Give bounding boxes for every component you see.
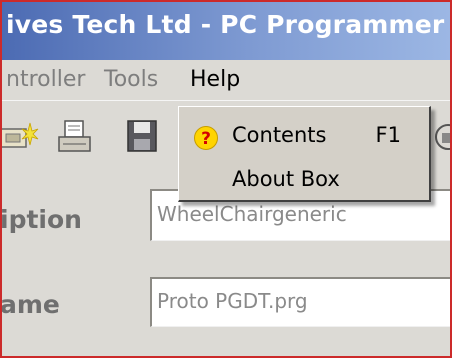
print-icon[interactable]	[56, 117, 94, 161]
window-title: ives Tech Ltd - PC Programmer	[6, 10, 445, 39]
menu-bar: ntroller Tools Help	[2, 60, 450, 100]
about-label: About Box	[232, 167, 340, 191]
menu-item-contents[interactable]: ? Contents F1	[179, 115, 429, 155]
contents-label: Contents	[232, 123, 327, 147]
help-menu-dropdown: ? Contents F1 About Box	[178, 106, 431, 202]
remote-icon[interactable]	[432, 117, 450, 161]
save-icon[interactable]	[124, 117, 162, 161]
app-window: ives Tech Ltd - PC Programmer ntroller T…	[0, 0, 452, 358]
menu-tools[interactable]: Tools	[98, 66, 164, 94]
program-icon[interactable]	[2, 117, 40, 161]
title-bar[interactable]: ives Tech Ltd - PC Programmer	[2, 2, 450, 60]
filename-label: ame	[0, 290, 60, 319]
filename-field[interactable]: Proto PGDT.prg	[150, 277, 450, 327]
help-question-icon: ?	[193, 124, 219, 164]
menu-controller[interactable]: ntroller	[2, 66, 91, 94]
svg-text:?: ?	[201, 129, 211, 149]
description-label: iption	[0, 205, 82, 234]
menu-item-about[interactable]: About Box	[179, 159, 429, 199]
menu-help[interactable]: Help	[184, 66, 247, 94]
contents-shortcut: F1	[375, 123, 401, 147]
